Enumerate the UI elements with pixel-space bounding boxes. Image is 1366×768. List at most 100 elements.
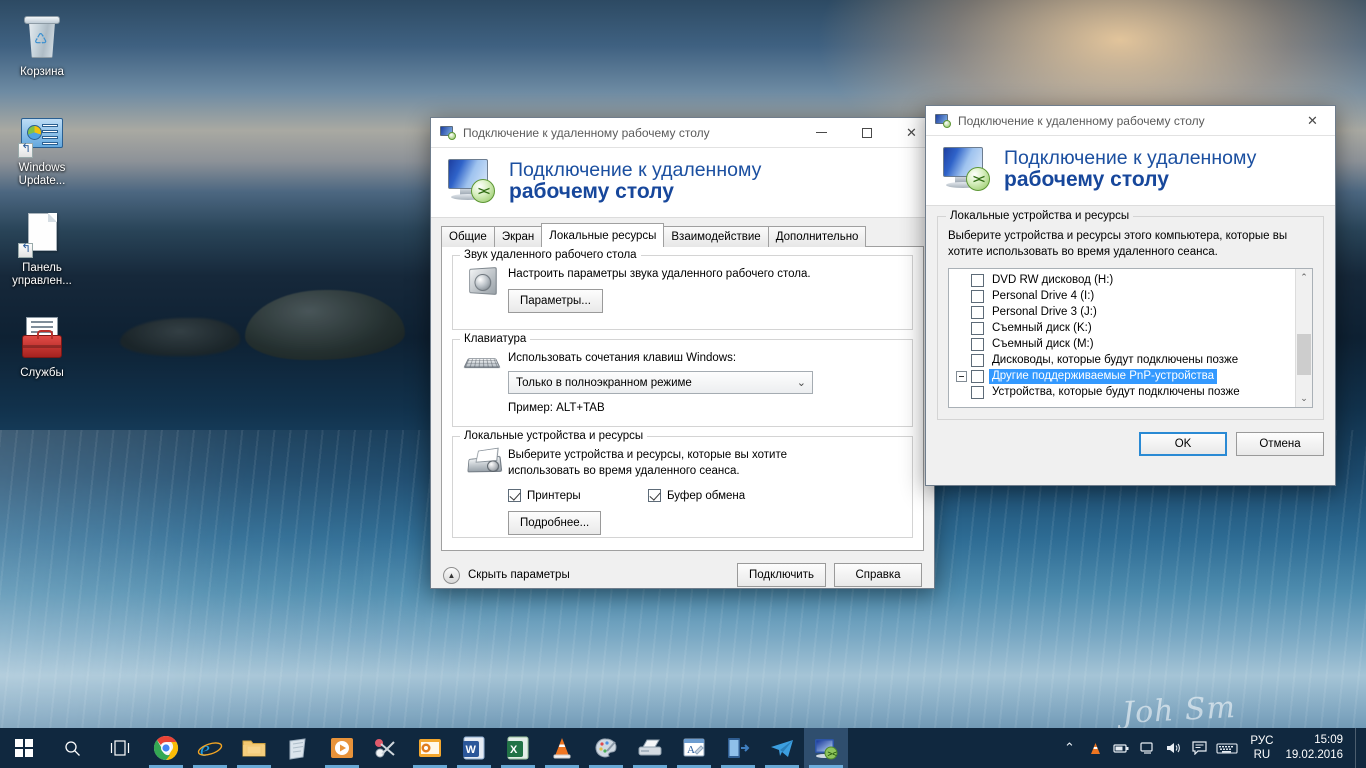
tree-checkbox[interactable] xyxy=(971,305,984,319)
scrollbar-track[interactable] xyxy=(1296,286,1312,390)
devices-tree-scrollbar[interactable]: ⌃ ⌄ xyxy=(1295,269,1312,407)
tray-expand-chevron-icon[interactable]: ⌃ xyxy=(1056,728,1082,768)
taskbar-app-scanner[interactable] xyxy=(628,728,672,768)
scroll-down-arrow-icon[interactable]: ⌄ xyxy=(1296,390,1312,407)
scrollbar-thumb[interactable] xyxy=(1297,333,1311,376)
keyboard-layout-icon[interactable] xyxy=(1212,728,1242,768)
system-tray[interactable]: ⌃ РУС RU 15:09 19.02.2016 xyxy=(1056,728,1366,768)
checkbox-printers-box[interactable] xyxy=(508,489,521,502)
network-icon[interactable] xyxy=(1134,728,1160,768)
tab-display[interactable]: Экран xyxy=(493,226,543,247)
taskbar-app-wordpad[interactable]: A xyxy=(672,728,716,768)
tree-item[interactable]: Устройства, которые будут подключены поз… xyxy=(949,384,1295,400)
language-indicator[interactable]: РУС RU xyxy=(1242,734,1281,762)
battery-icon[interactable] xyxy=(1108,728,1134,768)
devices-dialog-titlebar[interactable]: Подключение к удаленному рабочему столу … xyxy=(926,106,1335,136)
taskbar[interactable]: e W X A >< ⌃ РУС RU 15:09 19.02.2016 xyxy=(0,728,1366,768)
tab-advanced[interactable]: Дополнительно xyxy=(767,226,867,247)
minimize-button[interactable] xyxy=(799,118,844,148)
desktop-icon-control-panel[interactable]: Панель управлен... xyxy=(4,210,80,288)
maximize-button[interactable] xyxy=(844,118,889,148)
language-line-1: РУС xyxy=(1250,735,1274,747)
desktop-icon-windows-update[interactable]: Windows Update... xyxy=(4,110,80,188)
tree-item[interactable]: Съемный диск (M:) xyxy=(949,336,1295,352)
taskbar-app-internet-explorer[interactable]: e xyxy=(188,728,232,768)
clock-date: 19.02.2016 xyxy=(1285,749,1343,761)
tab-experience[interactable]: Взаимодействие xyxy=(663,226,769,247)
taskbar-app-vlc[interactable] xyxy=(540,728,584,768)
checkbox-printers[interactable]: Принтеры xyxy=(508,489,648,502)
task-view-icon[interactable] xyxy=(96,728,144,768)
banner-line-2: рабочему столу xyxy=(509,180,674,204)
main-window-titlebar[interactable]: Подключение к удаленному рабочему столу … xyxy=(431,118,934,148)
start-button[interactable] xyxy=(0,728,48,768)
tree-item-label: Устройства, которые будут подключены поз… xyxy=(992,385,1240,398)
desktop-icon-recycle-bin[interactable]: ♺ Корзина xyxy=(4,14,80,79)
desktop[interactable]: Joh Sm ♺ Корзина Windows Update... Панел… xyxy=(0,0,1366,768)
taskbar-app-excel[interactable]: X xyxy=(496,728,540,768)
local-devices-dialog[interactable]: Подключение к удаленному рабочему столу … xyxy=(925,105,1336,486)
tree-checkbox[interactable] xyxy=(971,273,984,287)
svg-text:A: A xyxy=(687,744,695,756)
taskbar-app-snipping-tool[interactable] xyxy=(364,728,408,768)
folder-icon xyxy=(241,735,267,761)
volume-icon[interactable] xyxy=(1160,728,1186,768)
taskbar-app-sticky-notes[interactable] xyxy=(276,728,320,768)
rdp-badge-glyph: >< xyxy=(966,167,990,191)
tree-item-selected[interactable]: Другие поддерживаемые PnP-устройства xyxy=(949,368,1295,384)
language-line-2: RU xyxy=(1253,749,1271,761)
checkbox-clipboard-box[interactable] xyxy=(648,489,661,502)
tree-item[interactable]: Personal Drive 4 (I:) xyxy=(949,288,1295,304)
taskbar-app-remote-logon[interactable] xyxy=(716,728,760,768)
search-icon[interactable] xyxy=(48,728,96,768)
checkbox-clipboard[interactable]: Буфер обмена xyxy=(648,489,745,502)
taskbar-app-outlook[interactable] xyxy=(408,728,452,768)
more-devices-button[interactable]: Подробнее... xyxy=(508,511,602,535)
tab-strip[interactable]: Общие Экран Локальные ресурсы Взаимодейс… xyxy=(431,223,934,247)
svg-text:X: X xyxy=(510,744,518,756)
taskbar-app-word[interactable]: W xyxy=(452,728,496,768)
tree-checkbox[interactable] xyxy=(971,289,984,303)
tab-local-resources[interactable]: Локальные ресурсы xyxy=(541,223,665,247)
scroll-up-arrow-icon[interactable]: ⌃ xyxy=(1296,269,1312,286)
help-button[interactable]: Справка xyxy=(834,563,922,587)
tree-item-label: Съемный диск (M:) xyxy=(992,337,1094,350)
wallpaper-rock-2 xyxy=(120,318,240,356)
devices-dialog-close-button[interactable]: ✕ xyxy=(1290,106,1335,136)
local-devices-group: Локальные устройства и ресурсы Выберите … xyxy=(452,430,913,538)
tree-checkbox[interactable] xyxy=(971,321,984,335)
desktop-icon-services[interactable]: Службы xyxy=(4,315,80,380)
audio-settings-button[interactable]: Параметры... xyxy=(508,289,603,313)
taskbar-app-paint[interactable] xyxy=(584,728,628,768)
tree-item-label: Personal Drive 3 (J:) xyxy=(992,305,1097,318)
show-desktop-button[interactable] xyxy=(1355,728,1362,768)
windows-key-combo[interactable]: Только в полноэкранном режиме ⌄ xyxy=(508,371,813,394)
taskbar-app-media-player[interactable] xyxy=(320,728,364,768)
vlc-tray-icon[interactable] xyxy=(1082,728,1108,768)
tree-checkbox[interactable] xyxy=(971,337,984,351)
cancel-button[interactable]: Отмена xyxy=(1236,432,1324,456)
tree-item[interactable]: DVD RW дисковод (H:) xyxy=(949,272,1295,288)
collapse-expander-icon[interactable] xyxy=(956,370,967,382)
tree-checkbox[interactable] xyxy=(971,385,984,399)
tree-item[interactable]: Дисководы, которые будут подключены позж… xyxy=(949,352,1295,368)
tree-checkbox[interactable] xyxy=(971,353,984,367)
main-window-title: Подключение к удаленному рабочему столу xyxy=(463,125,710,140)
tree-item[interactable]: Съемный диск (K:) xyxy=(949,320,1295,336)
clock[interactable]: 15:09 19.02.2016 xyxy=(1281,733,1355,763)
action-center-icon[interactable] xyxy=(1186,728,1212,768)
connect-button[interactable]: Подключить xyxy=(736,563,826,587)
taskbar-app-file-explorer[interactable] xyxy=(232,728,276,768)
ok-button[interactable]: OK xyxy=(1139,432,1227,456)
taskbar-app-telegram[interactable] xyxy=(760,728,804,768)
remote-desktop-connection-window[interactable]: Подключение к удаленному рабочему столу … xyxy=(430,117,935,589)
remote-desktop-icon: >< xyxy=(813,735,839,761)
hide-options-button[interactable]: ▲ Скрыть параметры xyxy=(443,566,570,584)
taskbar-app-chrome[interactable] xyxy=(144,728,188,768)
tree-item[interactable]: Personal Drive 3 (J:) xyxy=(949,304,1295,320)
taskbar-app-remote-desktop[interactable]: >< xyxy=(804,728,848,768)
wallpaper-signature: Joh Sm xyxy=(1121,690,1237,731)
tab-general[interactable]: Общие xyxy=(441,226,495,247)
devices-treeview[interactable]: DVD RW дисковод (H:) Personal Drive 4 (I… xyxy=(948,268,1313,408)
tree-checkbox[interactable] xyxy=(971,369,984,383)
